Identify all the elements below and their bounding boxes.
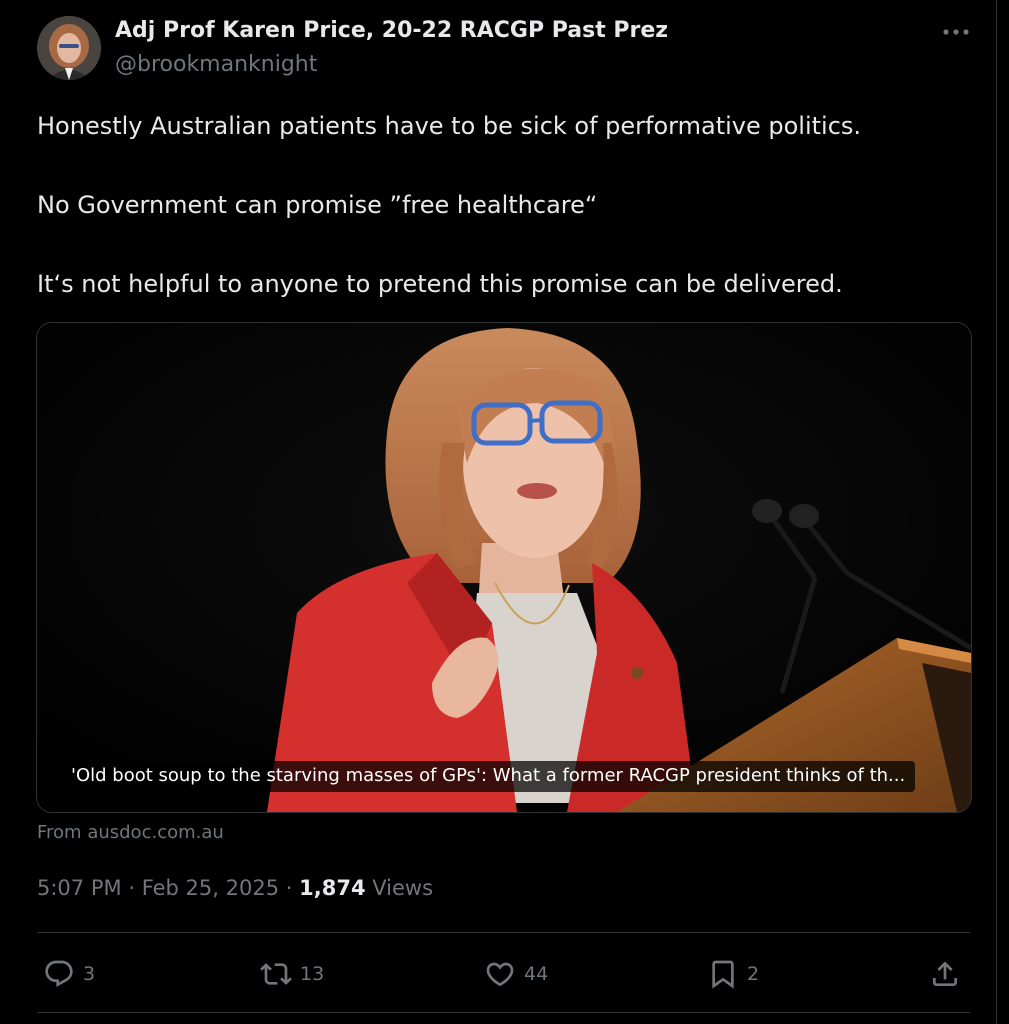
heart-icon xyxy=(486,962,514,987)
meta-separator: · xyxy=(285,876,293,900)
avatar-image xyxy=(37,16,101,80)
repost-icon xyxy=(260,963,292,985)
more-horizontal-icon[interactable] xyxy=(940,22,972,42)
views-label: Views xyxy=(372,876,434,900)
card-source-link[interactable]: From ausdoc.com.au xyxy=(37,822,224,843)
bookmark-icon xyxy=(712,960,734,989)
divider xyxy=(37,932,970,933)
like-button[interactable]: 44 xyxy=(484,950,548,998)
repost-button[interactable]: 13 xyxy=(260,950,324,998)
tweet-text: Honestly Australian patients have to be … xyxy=(37,110,967,347)
link-card[interactable]: 'Old boot soup to the starving masses of… xyxy=(36,322,972,813)
like-count: 44 xyxy=(524,963,549,985)
repost-count: 13 xyxy=(300,963,325,985)
tweet-paragraph: It‘s not helpful to anyone to pretend th… xyxy=(37,270,843,298)
card-caption: 'Old boot soup to the starving masses of… xyxy=(59,761,916,792)
share-icon xyxy=(933,961,957,986)
reply-icon xyxy=(45,960,73,987)
views-count: 1,874 xyxy=(299,876,366,900)
tweet-time[interactable]: 5:07 PM xyxy=(37,876,122,900)
share-button[interactable] xyxy=(929,950,961,998)
action-bar: 3 13 44 2 xyxy=(37,950,970,998)
tweet-detail: Adj Prof Karen Price, 20-22 RACGP Past P… xyxy=(0,0,997,1024)
bookmark-button[interactable]: 2 xyxy=(707,950,759,998)
reply-count: 3 xyxy=(83,963,96,985)
reply-button[interactable]: 3 xyxy=(43,950,95,998)
card-image xyxy=(37,323,971,812)
divider xyxy=(37,1012,970,1013)
author-handle[interactable]: @brookmanknight xyxy=(115,52,317,77)
tweet-paragraph: No Government can promise ”free healthca… xyxy=(37,191,598,219)
tweet-date[interactable]: Feb 25, 2025 xyxy=(142,876,279,900)
avatar[interactable] xyxy=(37,16,101,80)
meta-separator: · xyxy=(128,876,135,900)
tweet-paragraph: Honestly Australian patients have to be … xyxy=(37,112,862,140)
author-display-name[interactable]: Adj Prof Karen Price, 20-22 RACGP Past P… xyxy=(115,18,668,43)
bookmark-count: 2 xyxy=(747,963,760,985)
tweet-meta: 5:07 PM · Feb 25, 2025 · 1,874 Views xyxy=(37,876,433,900)
